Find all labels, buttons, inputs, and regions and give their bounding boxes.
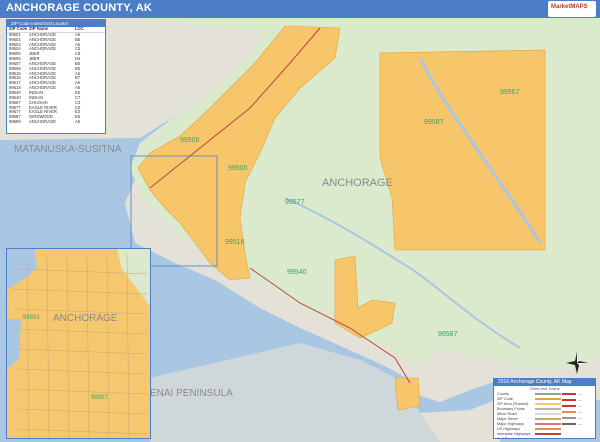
- map-title: ANCHORAGE COUNTY, AK: [6, 2, 152, 14]
- legend-symbol: [535, 432, 561, 435]
- legend-symbol: [535, 412, 561, 415]
- legend-label: Rail Road: [497, 436, 514, 439]
- legend-right-label: —: [578, 410, 582, 414]
- zip-code-cell: 99599: [9, 119, 21, 125]
- zip-table-body: 99501 ANCHORAGE A5 99502 ANCHORAGE B5 99503 ANC…: [7, 32, 105, 125]
- legend-symbol: [535, 402, 561, 405]
- inset-canvas: ANCHORAGE 99501 99507: [7, 249, 150, 438]
- zip-area-99587-girdwood[interactable]: [394, 377, 421, 411]
- legend-line-symbol: [562, 411, 576, 413]
- legend-right-label: —: [578, 422, 582, 426]
- zip-label: 99587: [424, 119, 444, 126]
- legend-row: Rail Road: [494, 436, 595, 439]
- zip-name-cell: ANCHORAGE: [29, 119, 56, 125]
- legend-label: ZIP Code: [497, 396, 513, 401]
- inset-zip-label: 99501: [23, 315, 40, 321]
- zip-label: 99567: [500, 89, 520, 96]
- legend-label: County: [497, 391, 510, 396]
- legend-label: Interstate Highways: [497, 431, 531, 436]
- map-legend: 2016 Anchorage County, AK Map Cities and…: [493, 378, 596, 439]
- logo-text: MarketMAPS: [551, 4, 588, 10]
- legend-line-symbol: [562, 405, 576, 407]
- legend-symbol: [535, 407, 561, 410]
- legend-title: 2016 Anchorage County, AK Map: [494, 379, 595, 386]
- zip-area-99567[interactable]: [379, 49, 546, 251]
- legend-label: Boundary Points: [497, 406, 525, 411]
- legend-label: US Highways: [497, 426, 520, 431]
- legend-right-item: —: [562, 421, 594, 427]
- zip-label: 99516: [225, 239, 245, 246]
- inset-zip-label: 99507: [91, 395, 108, 401]
- legend-symbol: [535, 392, 561, 395]
- zip-label: 99505: [228, 165, 248, 172]
- legend-line-symbol: [562, 417, 576, 419]
- publisher-logo[interactable]: MarketMAPS: [548, 1, 596, 17]
- zip-label: 99540: [287, 269, 307, 276]
- legend-label: Minor Road: [497, 411, 517, 416]
- legend-right-label: —: [578, 404, 582, 408]
- legend-line-symbol: [562, 423, 576, 425]
- grid-loc-cell: A5: [75, 119, 81, 125]
- inset-label-anchorage: ANCHORAGE: [53, 313, 118, 324]
- legend-right-label: —: [578, 392, 582, 396]
- legend-line-symbol: [562, 393, 576, 395]
- legend-symbol: [535, 427, 561, 430]
- legend-symbol: [535, 422, 561, 425]
- title-bar: ANCHORAGE COUNTY, AK MarketMAPS: [0, 0, 600, 18]
- label-anchorage: ANCHORAGE: [322, 177, 393, 189]
- zip-label: 99577: [285, 199, 305, 206]
- label-mat-su: MATANUSKA-SUSITNA: [14, 144, 122, 155]
- compass-rose-icon: [566, 352, 588, 374]
- legend-symbol: [535, 437, 561, 438]
- legend-label: Major Highways: [497, 421, 525, 426]
- inset-map[interactable]: ANCHORAGE 99501 99507: [6, 248, 151, 439]
- legend-line-symbol: [562, 399, 576, 401]
- legend-label: Major Street: [497, 416, 518, 421]
- legend-symbol: [535, 397, 561, 400]
- legend-label: ZIP Area (Shaded): [497, 401, 529, 406]
- legend-symbol: [535, 417, 561, 420]
- legend-right-label: —: [578, 416, 582, 420]
- label-kenai: ENAI PENINSULA: [150, 388, 233, 399]
- legend-right-label: —: [578, 398, 582, 402]
- zip-index-table: ZIP Code Index/Grid Locator ZIP Code ZIP…: [6, 19, 106, 134]
- zip-table-row: 99599 ANCHORAGE A5: [7, 119, 105, 125]
- legend-right-column: — — — — — —: [562, 391, 594, 427]
- zip-label: 99506: [180, 137, 200, 144]
- zip-label: 99587: [438, 331, 458, 338]
